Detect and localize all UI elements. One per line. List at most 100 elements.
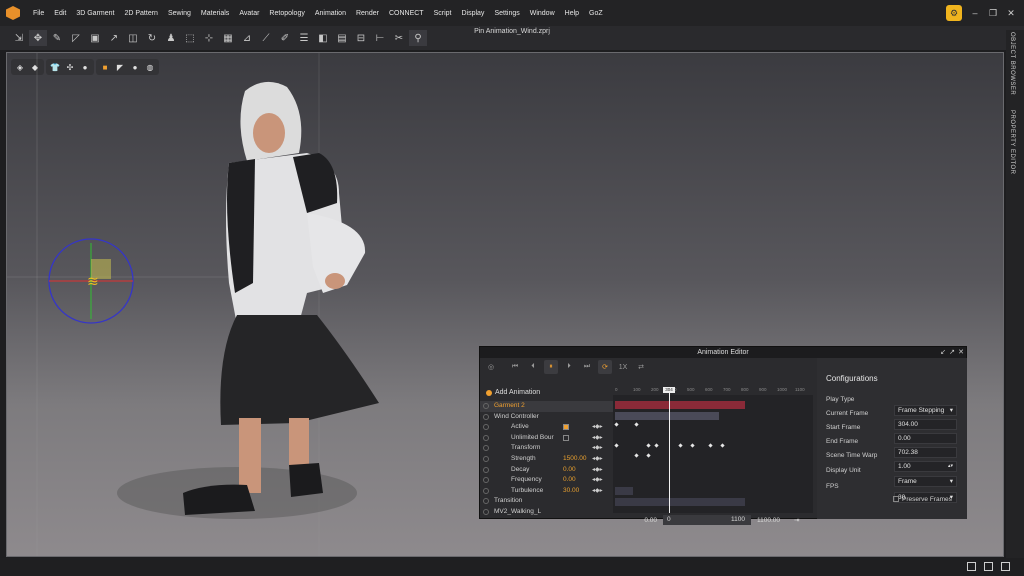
visibility-icon[interactable] — [483, 445, 489, 452]
layout-3-icon[interactable] — [1001, 562, 1010, 571]
tree-value[interactable]: 0.00 — [563, 465, 576, 476]
box-icon[interactable]: ◧ — [314, 30, 332, 46]
menu-avatar[interactable]: Avatar — [234, 10, 264, 17]
tree-checkbox[interactable] — [563, 424, 569, 431]
menu-file[interactable]: File — [28, 10, 49, 17]
range-slider[interactable]: 0 1100 — [663, 515, 751, 525]
keyframe-nav-icon[interactable]: ◂◆▸ — [592, 443, 603, 454]
next-frame-icon[interactable]: ⏵ — [562, 360, 576, 374]
needle-icon[interactable]: ⟋ — [257, 30, 275, 46]
playhead-label[interactable]: 304 — [663, 387, 675, 393]
restore-icon[interactable]: ❐ — [988, 8, 998, 19]
prev-frame-icon[interactable]: ⏴ — [526, 360, 540, 374]
tree-value[interactable]: 30.00 — [563, 486, 579, 497]
timeline-track-area[interactable]: 010020040050060070080090010001100 304 — [613, 387, 813, 513]
garment-track-bar[interactable] — [615, 401, 745, 409]
wind-gizmo[interactable]: ≋ — [48, 238, 134, 324]
keyframe-marker[interactable] — [614, 443, 619, 448]
keyframe-marker[interactable] — [720, 443, 725, 448]
account-icon[interactable]: ⚙ — [946, 5, 962, 21]
keyframe-marker[interactable] — [614, 422, 619, 427]
expand-panel-icon[interactable]: ↗ — [949, 347, 955, 358]
layout-2-icon[interactable] — [984, 562, 993, 571]
keyframe-marker[interactable] — [646, 453, 651, 458]
speed-button[interactable]: 1X — [616, 360, 630, 374]
keyframe-marker[interactable] — [646, 443, 651, 448]
animation-editor-titlebar[interactable]: Animation Editor ↙ ↗ ✕ — [480, 347, 966, 358]
keyframe-nav-icon[interactable]: ◂◆▸ — [592, 422, 603, 433]
tree-row[interactable]: Wind Controller — [480, 412, 613, 423]
menu-display[interactable]: Display — [456, 10, 489, 17]
ping-pong-icon[interactable]: ⇄ — [634, 360, 648, 374]
minimize-panel-icon[interactable]: ↙ — [940, 347, 946, 358]
keyframe-nav-icon[interactable]: ◂◆▸ — [592, 454, 603, 465]
visibility-icon[interactable] — [483, 509, 489, 515]
keyframe-nav-icon[interactable]: ◂◆▸ — [592, 433, 603, 444]
menu-3d-garment[interactable]: 3D Garment — [71, 10, 119, 17]
visibility-icon[interactable] — [483, 424, 489, 431]
align-icon[interactable]: ⊟ — [352, 30, 370, 46]
timeline-ruler[interactable]: 010020040050060070080090010001100 — [613, 387, 813, 395]
keyframe-nav-icon[interactable]: ◂◆▸ — [592, 465, 603, 476]
tree-row[interactable]: Turbulence 30.00 ◂◆▸ — [480, 486, 613, 497]
menu-window[interactable]: Window — [525, 10, 560, 17]
add-animation-button[interactable]: Add Animation — [486, 389, 540, 396]
tree-row[interactable]: Transform ◂◆▸ — [480, 443, 613, 454]
tree-row[interactable]: MV2_Walking_L — [480, 507, 613, 518]
visibility-icon[interactable] — [483, 403, 489, 409]
keyframe-nav-icon[interactable]: ◂◆▸ — [592, 475, 603, 486]
tree-value[interactable]: 1500.00 — [563, 454, 587, 465]
visibility-icon[interactable] — [483, 477, 489, 484]
move-tool-icon[interactable]: ✥ — [29, 30, 47, 46]
menu-script[interactable]: Script — [429, 10, 457, 17]
keyframe-marker[interactable] — [634, 453, 639, 458]
menu-settings[interactable]: Settings — [489, 10, 524, 17]
shape-icon[interactable]: ◫ — [124, 30, 142, 46]
menu-connect[interactable]: CONNECT — [384, 10, 429, 17]
pause-button[interactable]: ⏸ — [544, 360, 558, 374]
pin-icon[interactable]: ⊹ — [200, 30, 218, 46]
visibility-icon[interactable] — [483, 466, 489, 473]
layer-icon[interactable]: ☰ — [295, 30, 313, 46]
tab-object-browser[interactable]: OBJECT BROWSER — [1009, 32, 1015, 95]
go-start-icon[interactable]: ⏮ — [508, 360, 522, 374]
select-tool-icon[interactable]: ⇲ — [10, 30, 28, 46]
transition-track-bar[interactable] — [615, 487, 633, 495]
record-icon[interactable]: ◎ — [484, 360, 498, 374]
layout-1-icon[interactable] — [967, 562, 976, 571]
rotate-icon[interactable]: ↻ — [143, 30, 161, 46]
visibility-icon[interactable] — [483, 487, 489, 494]
select-mesh-icon[interactable]: ▣ — [86, 30, 104, 46]
minimize-icon[interactable]: – — [970, 8, 980, 18]
menu-animation[interactable]: Animation — [310, 10, 351, 17]
visibility-icon[interactable] — [483, 456, 489, 462]
tree-row[interactable]: Strength 1500.00 ◂◆▸ — [480, 454, 613, 465]
menu-2d-pattern[interactable]: 2D Pattern — [119, 10, 162, 17]
menu-materials[interactable]: Materials — [196, 10, 234, 17]
scissor-icon[interactable]: ✂ — [390, 30, 408, 46]
menu-goz[interactable]: GoZ — [584, 10, 608, 17]
keyframe-marker[interactable] — [634, 422, 639, 427]
keyframe-marker[interactable] — [708, 443, 713, 448]
visibility-icon[interactable] — [483, 434, 489, 441]
tree-row[interactable]: Decay 0.00 ◂◆▸ — [480, 465, 613, 476]
wind-tool-icon[interactable]: ⚲ — [409, 30, 427, 46]
visibility-icon[interactable] — [483, 413, 489, 420]
tab-property-editor[interactable]: PROPERTY EDITOR — [1009, 110, 1015, 175]
visibility-icon[interactable] — [483, 498, 489, 505]
menu-edit[interactable]: Edit — [49, 10, 71, 17]
split-icon[interactable]: ⊢ — [371, 30, 389, 46]
fit-range-icon[interactable]: ⇥ — [794, 516, 799, 524]
cube-icon[interactable]: ▤ — [333, 30, 351, 46]
walking-track-bar[interactable] — [615, 498, 745, 506]
tree-row[interactable]: Garment 2 — [480, 401, 613, 412]
loop-icon[interactable]: ⟳ — [598, 360, 612, 374]
tree-row[interactable]: Frequency 0.00 ◂◆▸ — [480, 475, 613, 486]
tack-icon[interactable]: ⊿ — [238, 30, 256, 46]
fold-tool-icon[interactable]: ◸ — [67, 30, 85, 46]
go-end-icon[interactable]: ⏭ — [580, 360, 594, 374]
brush-tool-icon[interactable]: ✎ — [48, 30, 66, 46]
tree-row[interactable]: Unlimited Bour ◂◆▸ — [480, 433, 613, 444]
tree-row[interactable]: Active ◂◆▸ — [480, 422, 613, 433]
menu-render[interactable]: Render — [351, 10, 384, 17]
